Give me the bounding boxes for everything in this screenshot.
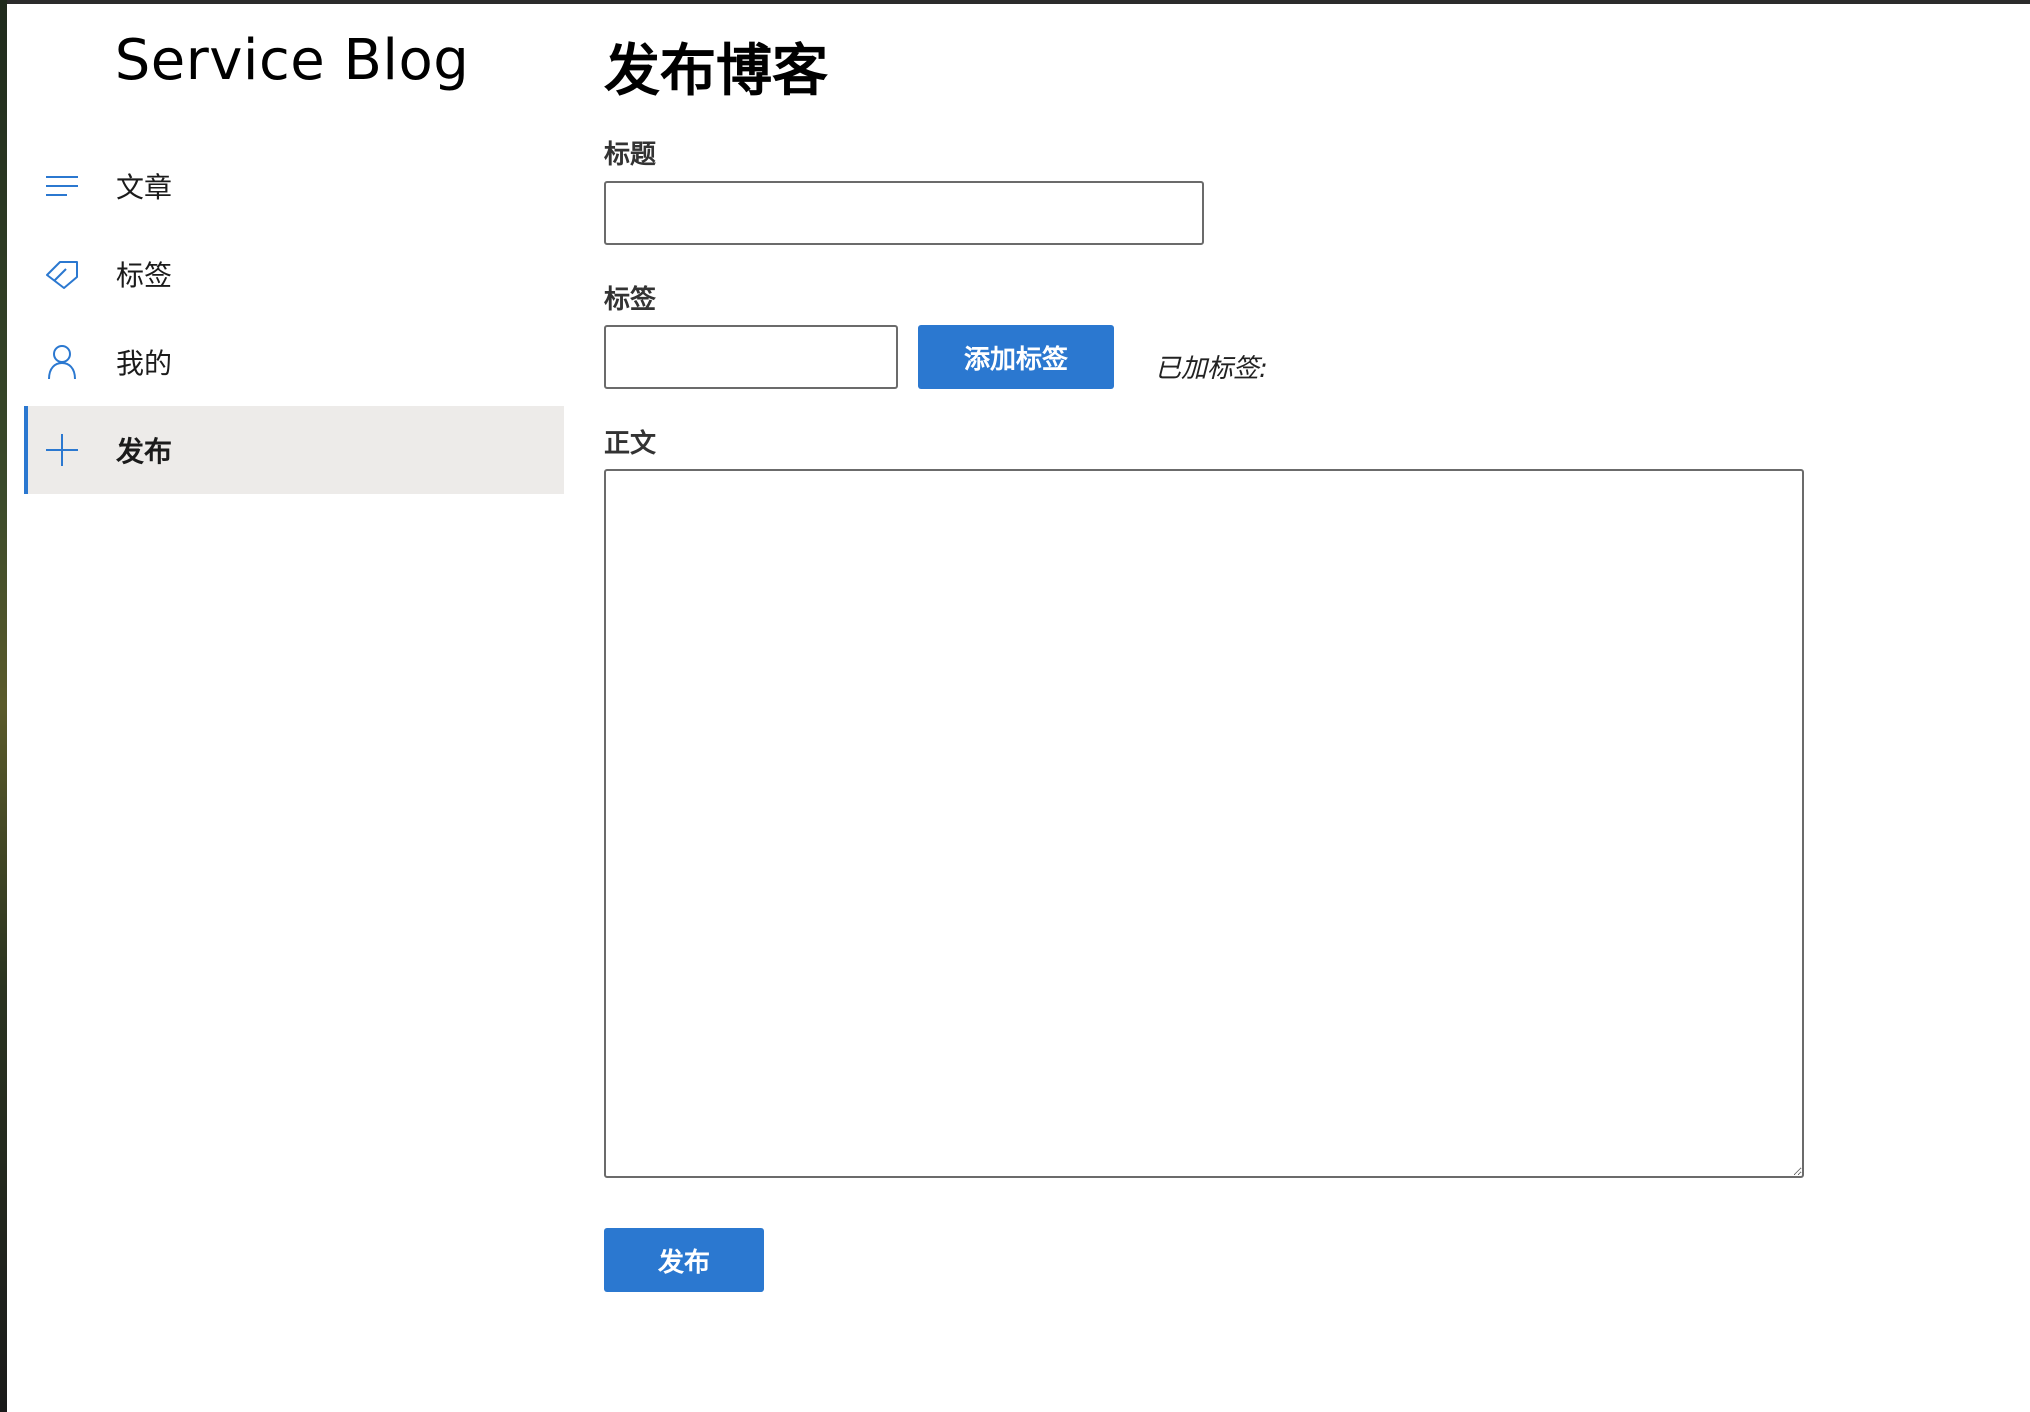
- window-frame-left: [0, 0, 7, 1412]
- sidebar: Service Blog 文章 标签 我的 发布: [7, 4, 567, 1412]
- body-textarea[interactable]: [604, 469, 1804, 1178]
- sidebar-item-label: 文章: [116, 171, 173, 204]
- sidebar-item-tags[interactable]: 标签: [24, 230, 564, 318]
- sidebar-item-label: 标签: [116, 259, 173, 292]
- list-icon: [42, 166, 82, 206]
- sidebar-item-publish[interactable]: 发布: [24, 406, 564, 494]
- person-icon: [42, 342, 82, 382]
- tag-icon: [42, 254, 82, 294]
- sidebar-item-articles[interactable]: 文章: [24, 142, 564, 230]
- title-field-label: 标题: [604, 140, 657, 170]
- plus-icon: [42, 430, 82, 470]
- sidebar-item-mine[interactable]: 我的: [24, 318, 564, 406]
- sidebar-nav: 文章 标签 我的 发布: [24, 142, 564, 494]
- publish-button[interactable]: 发布: [604, 1228, 764, 1292]
- tag-field-label: 标签: [604, 285, 657, 315]
- tag-input[interactable]: [604, 325, 898, 389]
- page-title: 发布博客: [604, 39, 828, 104]
- add-tag-button[interactable]: 添加标签: [918, 325, 1114, 389]
- added-tags-label: 已加标签:: [1155, 354, 1268, 384]
- body-field-label: 正文: [604, 429, 657, 459]
- title-input[interactable]: [604, 181, 1204, 245]
- sidebar-item-label: 发布: [116, 435, 173, 468]
- brand-title: Service Blog: [114, 28, 470, 93]
- sidebar-item-label: 我的: [116, 347, 173, 380]
